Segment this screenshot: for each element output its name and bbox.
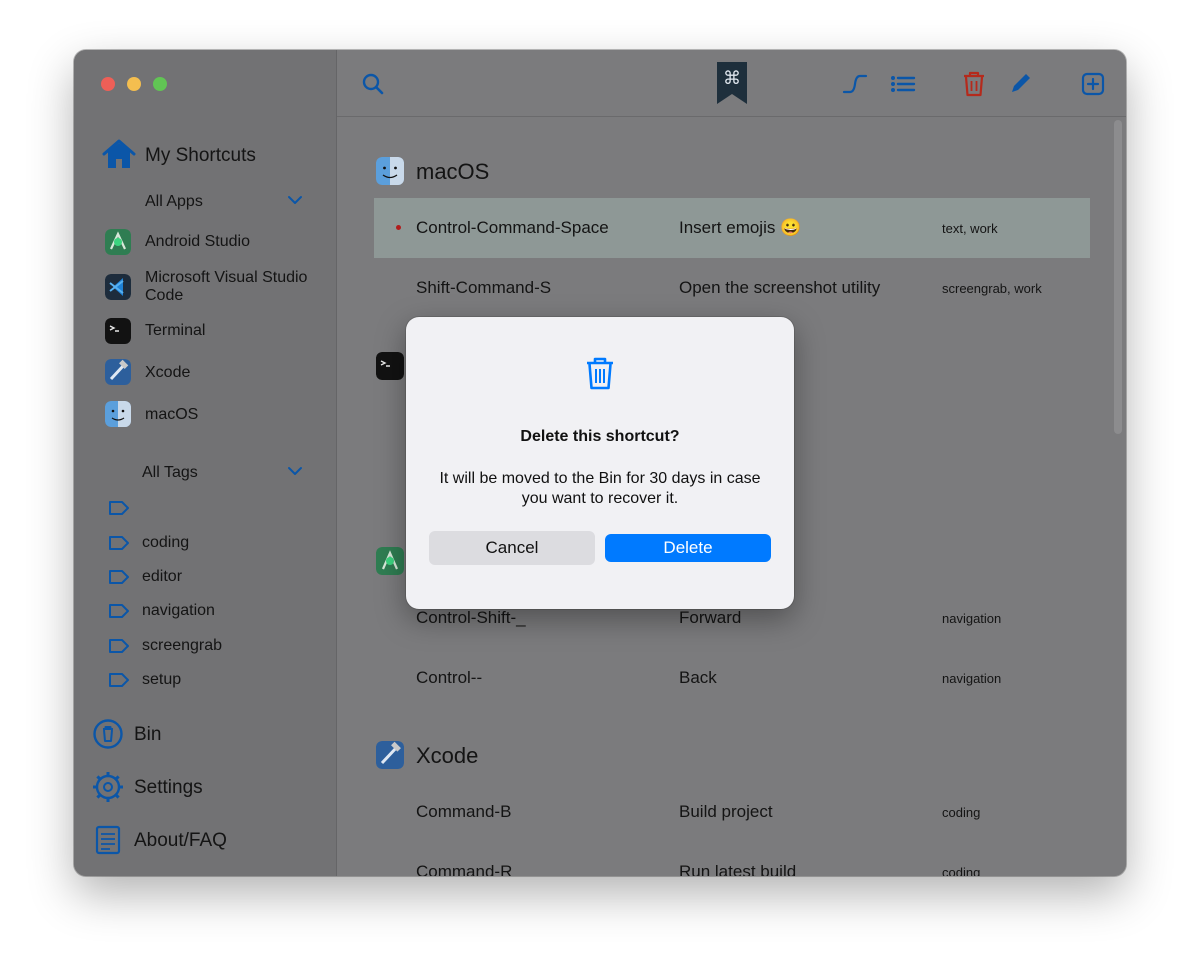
shortcut-row[interactable]: Command-R Run latest build coding <box>374 842 1090 876</box>
sidebar: My Shortcuts All Apps Android Studio Mic… <box>74 50 337 876</box>
close-window-button[interactable] <box>101 77 115 91</box>
shortcut-keys: Shift-Command-S <box>416 278 552 297</box>
svg-text:⌘: ⌘ <box>723 68 741 89</box>
sidebar-item-macos[interactable]: macOS <box>105 401 325 429</box>
shortcut-description: Run latest build <box>679 862 797 876</box>
shortcut-description: Back <box>679 668 717 687</box>
sidebar-tag-coding[interactable]: coding <box>108 532 308 554</box>
sidebar-tag-screengrab[interactable]: screengrab <box>108 635 308 657</box>
shortcut-tags: navigation <box>942 611 1002 626</box>
sidebar-item-label: Android Studio <box>145 233 250 250</box>
sidebar-item-settings[interactable]: Settings <box>92 771 322 805</box>
trash-icon[interactable] <box>962 70 986 98</box>
delete-button[interactable]: Delete <box>605 534 771 562</box>
shortcut-keys: Command-R <box>416 862 513 876</box>
sidebar-tag-setup[interactable]: setup <box>108 669 308 691</box>
cancel-button[interactable]: Cancel <box>429 531 595 565</box>
shortcut-description: Open the screenshot utility <box>679 278 881 297</box>
shortcut-description: Insert emojis 😀 <box>679 218 802 237</box>
scrollbar[interactable] <box>1114 120 1122 434</box>
sidebar-item-label: Microsoft Visual Studio Code <box>145 269 308 304</box>
my-shortcuts-label[interactable]: My Shortcuts <box>145 145 256 167</box>
pencil-icon[interactable] <box>1008 72 1032 96</box>
tag-icon <box>109 639 129 653</box>
shortcut-row[interactable]: Command-B Build project coding <box>374 782 1090 842</box>
shortcut-tags: coding <box>942 865 981 876</box>
finder-icon <box>376 157 404 185</box>
tag-label: editor <box>142 568 183 585</box>
sidebar-tag-editor[interactable]: editor <box>108 566 308 588</box>
shortcut-keys: Control-Command-Space <box>416 218 609 237</box>
minimize-window-button[interactable] <box>127 77 141 91</box>
settings-label: Settings <box>134 777 203 798</box>
finder-icon <box>105 401 131 427</box>
android-studio-icon <box>105 229 131 255</box>
gear-icon <box>93 772 123 802</box>
add-icon[interactable] <box>1081 72 1105 96</box>
sidebar-item-vscode[interactable]: Microsoft Visual Studio Code <box>105 268 325 308</box>
dialog-title: Delete this shortcut? <box>520 428 680 445</box>
android-studio-icon <box>376 547 404 575</box>
sidebar-item-label: macOS <box>145 406 199 423</box>
shortcut-tags: screengrab, work <box>942 281 1042 296</box>
shortcut-row[interactable]: Control-- Back navigation <box>374 648 1090 708</box>
section-title-xcode: Xcode <box>416 743 479 768</box>
xcode-icon <box>105 359 131 385</box>
app-logo-icon: ⌘ <box>717 62 747 104</box>
list-icon[interactable] <box>890 74 916 94</box>
sidebar-item-android-studio[interactable]: Android Studio <box>105 228 325 256</box>
tag-label: setup <box>142 671 182 688</box>
sidebar-item-label: Terminal <box>145 322 206 339</box>
search-icon[interactable] <box>361 72 385 96</box>
shortcut-tags: coding <box>942 805 981 820</box>
zoom-window-button[interactable] <box>153 77 167 91</box>
document-icon <box>95 825 121 855</box>
shortcut-keys: Control-- <box>416 668 483 687</box>
about-faq-label: About/FAQ <box>134 830 227 851</box>
tag-icon <box>109 570 129 584</box>
shortcut-description: Build project <box>679 802 773 821</box>
sidebar-item-bin[interactable]: Bin <box>92 718 322 752</box>
sidebar-tag-untitled[interactable] <box>108 497 308 519</box>
unsaved-dot <box>396 225 401 230</box>
tag-label: navigation <box>142 602 215 619</box>
sidebar-item-terminal[interactable]: Terminal <box>105 318 325 346</box>
xcode-icon <box>376 741 404 769</box>
function-icon[interactable] <box>842 72 868 96</box>
shortcut-row[interactable]: Shift-Command-S Open the screenshot util… <box>374 258 1090 318</box>
dialog-message: It will be moved to the Bin for 30 days … <box>439 470 761 507</box>
chevron-down-icon[interactable] <box>287 466 303 476</box>
bin-label: Bin <box>134 724 162 745</box>
bin-icon <box>93 719 123 749</box>
delete-confirmation-dialog: Delete this shortcut? It will be moved t… <box>406 317 794 609</box>
toolbar: ⌘ <box>337 50 1126 117</box>
tag-label: coding <box>142 534 190 551</box>
tag-icon <box>109 501 129 515</box>
shortcut-row-selected[interactable]: Control-Command-Space Insert emojis 😀 te… <box>374 198 1090 258</box>
shortcut-tags: navigation <box>942 671 1002 686</box>
terminal-icon <box>376 352 404 380</box>
shortcut-keys: Control-Shift-_ <box>416 608 526 627</box>
all-tags-dropdown[interactable]: All Tags <box>142 464 198 482</box>
trash-icon <box>587 357 613 390</box>
tag-icon <box>109 673 129 687</box>
chevron-down-icon[interactable] <box>287 195 303 205</box>
terminal-icon <box>105 318 131 344</box>
shortcut-keys: Command-B <box>416 802 512 821</box>
sidebar-tag-navigation[interactable]: navigation <box>108 600 308 622</box>
all-apps-dropdown[interactable]: All Apps <box>145 193 203 211</box>
sidebar-item-label: Xcode <box>145 364 191 381</box>
shortcut-description: Forward <box>679 608 742 627</box>
tag-label: screengrab <box>142 637 223 654</box>
tag-icon <box>109 536 129 550</box>
section-title-macos: macOS <box>416 159 490 184</box>
sidebar-item-xcode[interactable]: Xcode <box>105 359 325 387</box>
sidebar-item-about[interactable]: About/FAQ <box>92 824 322 858</box>
shortcut-tags: text, work <box>942 221 998 236</box>
vscode-icon <box>105 274 131 300</box>
home-icon[interactable] <box>102 138 136 170</box>
tag-icon <box>109 604 129 618</box>
